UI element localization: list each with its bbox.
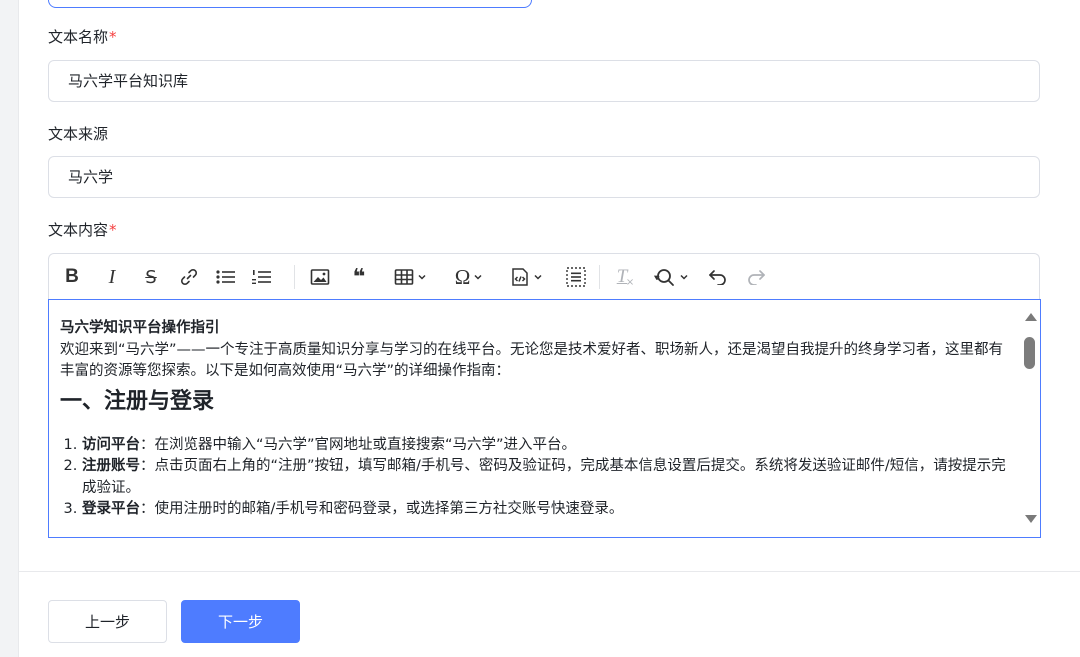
left-gutter	[0, 0, 19, 657]
editor-scrollbar[interactable]	[1020, 300, 1040, 537]
rich-text-editor[interactable]: 马六学知识平台操作指引 欢迎来到“马六学”——一个专注于高质量知识分享与学习的在…	[48, 299, 1041, 538]
link-icon	[180, 268, 198, 286]
bulleted-list-icon	[216, 270, 235, 284]
required-mark: *	[109, 28, 117, 46]
scroll-thumb[interactable]	[1024, 337, 1035, 369]
link-button[interactable]	[177, 254, 201, 300]
numbered-list-button[interactable]	[249, 254, 275, 300]
redo-button[interactable]	[743, 254, 769, 300]
source-input-value: 马六学	[68, 168, 114, 186]
content-field-label-text: 文本内容	[48, 221, 109, 239]
scroll-up-arrow-icon[interactable]	[1025, 313, 1037, 321]
list-item: 访问平台：在浏览器中输入“马六学”官网地址或直接搜索“马六学”进入平台。	[82, 435, 1010, 457]
list-item-term: 访问平台	[82, 436, 140, 453]
name-input-value: 马六学平台知识库	[68, 72, 189, 90]
omega-icon: Ω	[454, 264, 471, 289]
source-field-label-text: 文本来源	[48, 125, 109, 143]
doc-ordered-list: 访问平台：在浏览器中输入“马六学”官网地址或直接搜索“马六学”进入平台。 注册账…	[60, 435, 1010, 521]
select-all-button[interactable]	[562, 254, 590, 300]
editor-content[interactable]: 马六学知识平台操作指引 欢迎来到“马六学”——一个专注于高质量知识分享与学习的在…	[60, 318, 1010, 521]
previous-field-input[interactable]	[48, 0, 532, 8]
list-item-term: 注册账号	[82, 458, 140, 474]
select-all-icon	[566, 267, 586, 287]
bulleted-list-button[interactable]	[213, 254, 239, 300]
strikethrough-icon: S	[145, 266, 157, 288]
image-icon	[310, 269, 330, 285]
list-item-text: ：点击页面右上角的“注册”按钮，填写邮箱/手机号、密码及验证码，完成基本信息设置…	[82, 458, 1006, 496]
scroll-down-arrow-icon[interactable]	[1025, 515, 1037, 523]
doc-heading: 一、注册与登录	[60, 388, 215, 414]
toolbar-separator	[599, 265, 600, 289]
find-replace-icon	[653, 269, 674, 286]
required-mark: *	[109, 221, 117, 239]
blockquote-button[interactable]: ❝	[346, 254, 372, 300]
editor-toolbar: B I S ❝ Ω T ×	[48, 253, 1040, 299]
doc-title: 马六学知识平台操作指引	[60, 320, 220, 336]
chevron-down-icon	[474, 274, 482, 280]
find-replace-button[interactable]	[647, 254, 695, 300]
name-field-label: 文本名称*	[48, 27, 117, 47]
insert-table-button[interactable]	[385, 254, 435, 300]
source-input[interactable]: 马六学	[48, 156, 1040, 198]
source-code-button[interactable]	[501, 254, 551, 300]
italic-button[interactable]: I	[101, 254, 123, 300]
footer-divider	[18, 571, 1080, 572]
list-item-text: ：使用注册时的邮箱/手机号和密码登录，或选择第三方社交账号快速登录。	[140, 501, 624, 517]
list-item: 注册账号：点击页面右上角的“注册”按钮，填写邮箱/手机号、密码及验证码，完成基本…	[82, 456, 1010, 499]
prev-step-button[interactable]: 上一步	[48, 600, 167, 643]
chevron-down-icon	[533, 274, 542, 280]
numbered-list-icon	[252, 270, 271, 284]
name-input[interactable]: 马六学平台知识库	[48, 60, 1040, 102]
undo-icon	[709, 270, 726, 285]
source-field-label: 文本来源	[48, 124, 108, 144]
redo-icon	[748, 270, 765, 285]
content-field-label: 文本内容*	[48, 220, 117, 240]
blockquote-icon: ❝	[352, 264, 366, 290]
source-code-icon	[511, 268, 528, 286]
toolbar-separator	[294, 265, 295, 289]
remove-format-icon: T ×	[617, 266, 635, 288]
italic-icon: I	[108, 265, 116, 288]
list-item-term: 登录平台	[82, 501, 140, 517]
table-icon	[394, 269, 413, 285]
list-item: 登录平台：使用注册时的邮箱/手机号和密码登录，或选择第三方社交账号快速登录。	[82, 499, 1010, 521]
chevron-down-icon	[417, 274, 426, 280]
next-step-button[interactable]: 下一步	[181, 600, 300, 643]
undo-button[interactable]	[705, 254, 731, 300]
remove-format-button[interactable]: T ×	[609, 254, 635, 300]
chevron-down-icon	[679, 274, 688, 280]
insert-image-button[interactable]	[307, 254, 333, 300]
bold-button[interactable]: B	[61, 254, 83, 300]
doc-intro: 欢迎来到“马六学”——一个专注于高质量知识分享与学习的在线平台。无论您是技术爱好…	[60, 341, 1004, 380]
bold-icon: B	[65, 266, 79, 287]
list-item-text: ：在浏览器中输入“马六学”官网地址或直接搜索“马六学”进入平台。	[140, 436, 577, 453]
name-field-label-text: 文本名称	[48, 28, 109, 46]
remove-format-mark: ×	[625, 277, 635, 288]
special-characters-button[interactable]: Ω	[444, 254, 494, 300]
strikethrough-button[interactable]: S	[139, 254, 163, 300]
